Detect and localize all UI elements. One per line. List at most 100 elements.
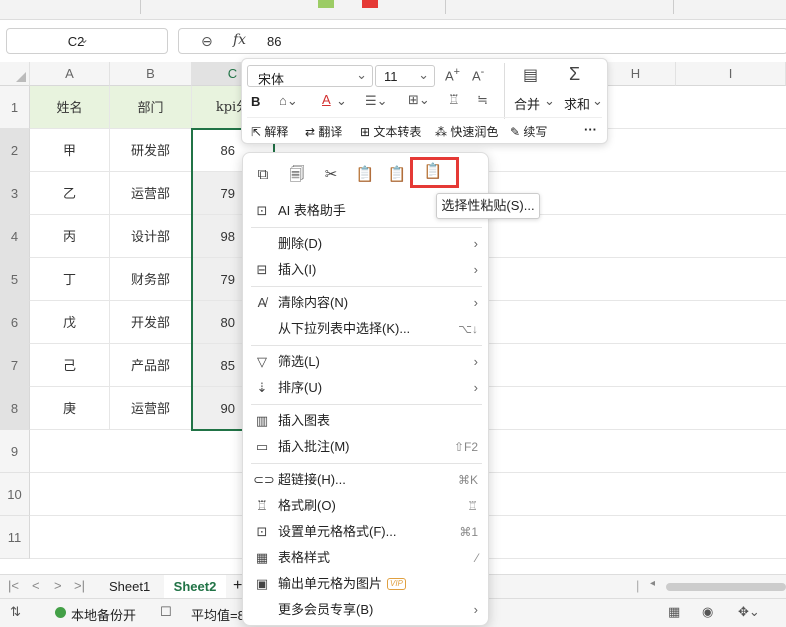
sum-icon[interactable]: Σ: [569, 64, 580, 85]
quick-polish-button[interactable]: ⁂ 快速润色: [435, 123, 498, 140]
row-header-4[interactable]: 4: [0, 215, 30, 258]
column-header-b[interactable]: B: [110, 62, 192, 86]
table-cell[interactable]: 开发部: [110, 301, 192, 344]
border-icon[interactable]: ⊞⌄: [408, 92, 430, 108]
increase-font-icon[interactable]: A+: [445, 66, 460, 83]
fill-color-icon[interactable]: ⌂⌄: [279, 93, 298, 109]
eye-icon[interactable]: ◉: [702, 604, 713, 620]
row-header-11[interactable]: 11: [0, 516, 30, 559]
column-header-a[interactable]: A: [30, 62, 110, 86]
explain-button[interactable]: ⇱ 解释: [251, 123, 288, 140]
menu-item-filter[interactable]: ▽ 筛选(L) ›: [243, 350, 490, 374]
font-color-icon[interactable]: A: [322, 92, 331, 107]
menu-item-hyperlink[interactable]: ⊂⊃ 超链接(H)... ⌘K: [243, 468, 490, 492]
empty-cells[interactable]: [30, 430, 274, 559]
row-header-7[interactable]: 7: [0, 344, 30, 387]
grid-view-icon[interactable]: ▦: [668, 604, 680, 620]
wrap-text-icon[interactable]: ≒: [477, 92, 488, 108]
merge-icon[interactable]: ▤: [523, 65, 538, 85]
row-header-10[interactable]: 10: [0, 473, 30, 516]
sheet-tab-2[interactable]: Sheet2: [164, 575, 226, 599]
decrease-font-icon[interactable]: A-: [472, 66, 484, 83]
translate-button[interactable]: ⇄ 翻译: [305, 123, 342, 140]
table-cell[interactable]: 戊: [30, 301, 110, 344]
clear-format-icon[interactable]: ♖: [448, 92, 460, 108]
function-icon[interactable]: fx: [233, 32, 246, 48]
chevron-down-icon[interactable]: ⌄: [336, 93, 347, 109]
last-sheet-icon[interactable]: >|: [74, 578, 85, 593]
row-header-1[interactable]: 1: [0, 86, 30, 129]
chevron-down-icon[interactable]: ⌄: [544, 93, 555, 109]
menu-item-table-style[interactable]: ▦ 表格样式 ⁄: [243, 546, 490, 570]
backup-status[interactable]: 本地备份开: [71, 605, 136, 624]
chevron-down-icon[interactable]: ⌄: [592, 93, 603, 109]
prev-sheet-icon[interactable]: <: [32, 578, 40, 593]
table-cell[interactable]: 产品部: [110, 344, 192, 387]
font-color-swatch[interactable]: [362, 0, 378, 8]
first-sheet-icon[interactable]: |<: [8, 578, 19, 593]
document-icon[interactable]: ☐: [160, 604, 172, 620]
copy-text-icon[interactable]: 🗐: [285, 163, 309, 187]
row-header-3[interactable]: 3: [0, 172, 30, 215]
menu-item-insert[interactable]: ⊟ 插入(I) ›: [243, 258, 490, 282]
row-header-2[interactable]: 2: [0, 129, 30, 172]
merge-button[interactable]: 合并: [514, 94, 540, 113]
menu-item-format-painter[interactable]: ♖ 格式刷(O) ♖: [243, 494, 490, 518]
menu-item-more-member[interactable]: 更多会员专享(B) ›: [243, 598, 490, 622]
scroll-left-icon[interactable]: ◂: [650, 578, 655, 589]
chevron-right-icon: ›: [473, 354, 478, 369]
align-icon[interactable]: ☰⌄: [365, 93, 388, 109]
menu-item-format-cells[interactable]: ⊡ 设置单元格格式(F)... ⌘1: [243, 520, 490, 544]
paste-text-icon[interactable]: 📋: [385, 163, 409, 187]
next-sheet-icon[interactable]: >: [54, 578, 62, 593]
menu-item-clear[interactable]: A̸ 清除内容(N) ›: [243, 291, 490, 315]
table-cell[interactable]: 研发部: [110, 129, 192, 172]
menu-item-pick-list[interactable]: 从下拉列表中选择(K)... ⌥↓: [243, 317, 490, 341]
bold-icon[interactable]: B: [251, 94, 260, 109]
paste-special-icon[interactable]: 📋: [421, 160, 445, 184]
table-cell[interactable]: 庚: [30, 387, 110, 430]
layout-icon[interactable]: ✥⌄: [738, 604, 760, 620]
search-icon[interactable]: ⊖: [201, 33, 213, 50]
font-family-select[interactable]: 宋体 ⌄: [247, 65, 373, 87]
name-box[interactable]: C2 ⌄: [6, 28, 168, 54]
menu-item-insert-chart[interactable]: ▥ 插入图表: [243, 409, 490, 433]
add-sheet-button[interactable]: +: [233, 577, 242, 595]
table-cell[interactable]: 丁: [30, 258, 110, 301]
continue-writing-button[interactable]: ✎ 续写: [510, 123, 547, 140]
table-cell[interactable]: 设计部: [110, 215, 192, 258]
table-cell[interactable]: 运营部: [110, 387, 192, 430]
cut-icon[interactable]: ✂: [319, 163, 343, 187]
formula-input[interactable]: ⊖ fx 86: [178, 28, 786, 54]
header-cell-name[interactable]: 姓名: [30, 86, 110, 129]
menu-item-export-image[interactable]: ▣ 输出单元格为图片 VIP: [243, 572, 490, 596]
paste-icon[interactable]: 📋: [353, 163, 377, 187]
more-button[interactable]: ···: [584, 122, 597, 137]
select-all-corner[interactable]: [0, 62, 30, 86]
header-cell-dept[interactable]: 部门: [110, 86, 192, 129]
table-cell[interactable]: 甲: [30, 129, 110, 172]
menu-item-delete[interactable]: 删除(D) ›: [243, 232, 490, 256]
text-to-table-button[interactable]: ⊞ 文本转表: [360, 123, 421, 140]
menu-item-insert-comment[interactable]: ▭ 插入批注(M) ⇧F2: [243, 435, 490, 459]
table-cell[interactable]: 财务部: [110, 258, 192, 301]
row-header-5[interactable]: 5: [0, 258, 30, 301]
font-size-select[interactable]: 11 ⌄: [375, 65, 435, 87]
sync-icon[interactable]: ⇅: [10, 604, 21, 620]
table-cell[interactable]: 运营部: [110, 172, 192, 215]
sum-button[interactable]: 求和: [564, 94, 590, 113]
column-header-h[interactable]: H: [596, 62, 676, 86]
menu-item-sort[interactable]: ⇣ 排序(U) ›: [243, 376, 490, 400]
fill-color-swatch[interactable]: [318, 0, 334, 8]
table-cell[interactable]: 乙: [30, 172, 110, 215]
horizontal-scrollbar[interactable]: [666, 583, 786, 591]
row-header-8[interactable]: 8: [0, 387, 30, 430]
table-cell[interactable]: 丙: [30, 215, 110, 258]
table-cell[interactable]: 己: [30, 344, 110, 387]
chevron-down-icon[interactable]: ⌄: [7, 32, 161, 46]
copy-icon[interactable]: ⧉: [251, 163, 275, 187]
row-header-6[interactable]: 6: [0, 301, 30, 344]
sheet-tab-1[interactable]: Sheet1: [109, 579, 150, 594]
column-header-i[interactable]: I: [676, 62, 786, 86]
row-header-9[interactable]: 9: [0, 430, 30, 473]
